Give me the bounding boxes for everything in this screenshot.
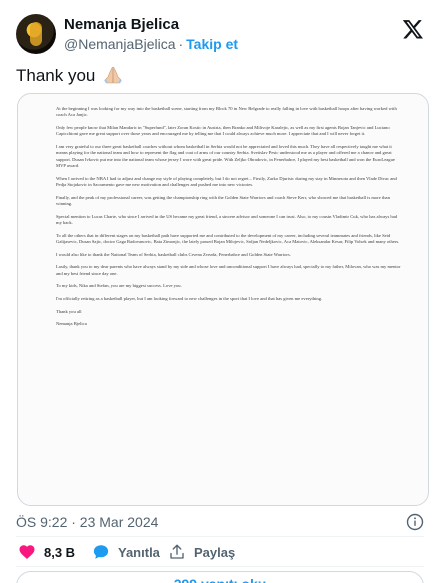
doc-closing: Thank you all — [56, 308, 82, 314]
author-handle-row: @NemanjaBjelica · Takip et — [64, 36, 238, 52]
doc-paragraph: Finally, and the peak of my professional… — [56, 194, 390, 207]
follow-button[interactable]: Takip et — [186, 36, 238, 52]
doc-paragraph: I'm officially retiring as a basketball … — [56, 296, 323, 301]
author-name[interactable]: Nemanja Bjelica — [64, 16, 179, 33]
tweet-text-body: Thank you — [16, 66, 96, 85]
doc-paragraph: I am very grateful to our three great ba… — [56, 144, 395, 169]
reply-bubble-icon — [93, 545, 109, 559]
like-count: 8,3 B — [44, 544, 76, 560]
avatar[interactable] — [16, 14, 56, 54]
statement-image[interactable]: At the beginning I was looking for my wa… — [17, 93, 429, 506]
action-bar: 8,3 B Yanıtla Paylaş — [16, 541, 424, 563]
doc-paragraph: Lastly, thank you to my dear parents who… — [56, 264, 401, 276]
statement-document: At the beginning I was looking for my wa… — [56, 106, 402, 328]
tweet-header: Nemanja Bjelica @NemanjaBjelica · Takip et — [16, 14, 424, 58]
divider — [16, 566, 424, 567]
doc-paragraph: When I arrived to the NBA I had to adjus… — [56, 175, 397, 188]
doc-paragraph: To all the others that in different stag… — [56, 232, 400, 245]
doc-paragraph: At the beginning I was looking for my wa… — [56, 106, 397, 118]
doc-paragraph: To my kids, Nika and Stefan, you are my … — [56, 283, 182, 289]
share-label: Paylaş — [194, 544, 236, 560]
tweet-timestamp[interactable]: ÖS 9:22 · 23 Mar 2024 — [16, 514, 158, 530]
like-button[interactable]: 8,3 B — [18, 541, 75, 563]
doc-paragraph: Special mention to Lucas Charte, who sin… — [56, 213, 398, 226]
reply-button[interactable]: Yanıtla — [92, 541, 160, 563]
divider — [16, 536, 424, 537]
doc-paragraph: I would also like to thank the National … — [56, 251, 291, 257]
separator-dot: · — [178, 36, 184, 52]
share-button[interactable]: Paylaş — [168, 541, 235, 563]
x-logo-icon[interactable] — [402, 18, 424, 40]
read-replies-button[interactable]: 299 yanıtı oku — [16, 571, 424, 583]
author-handle[interactable]: @NemanjaBjelica — [64, 36, 175, 52]
reply-label: Yanıtla — [118, 544, 160, 560]
info-icon[interactable] — [406, 513, 424, 531]
doc-paragraph: Only few people know that Milan Mandaric… — [56, 125, 390, 137]
share-icon — [170, 544, 184, 559]
doc-signature: Nemanja Bjelica — [56, 321, 87, 327]
heart-icon — [19, 545, 35, 559]
praying-hands-icon — [104, 66, 122, 84]
tweet-text: Thank you — [16, 66, 124, 86]
